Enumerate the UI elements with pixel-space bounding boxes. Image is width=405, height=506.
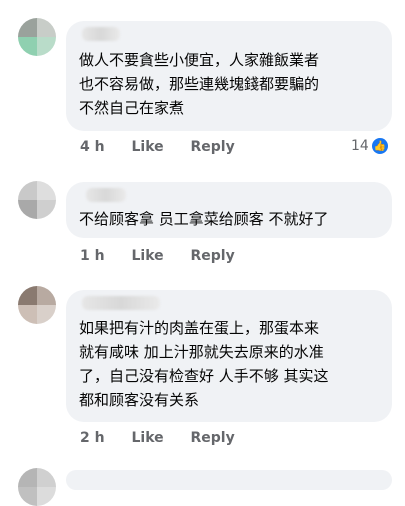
like-button[interactable]: Like [131, 430, 163, 446]
reply-button[interactable]: Reply [191, 139, 235, 155]
author-name-blurred[interactable] [82, 296, 160, 310]
comment-bubble [66, 470, 392, 490]
reply-button[interactable]: Reply [191, 248, 235, 264]
comment-actions: 4 h Like Reply [80, 139, 257, 155]
reaction-number: 14 [351, 138, 369, 154]
reply-button[interactable]: Reply [191, 430, 235, 446]
comment-time[interactable]: 2 h [80, 430, 105, 446]
like-button[interactable]: Like [131, 139, 163, 155]
avatar[interactable] [18, 286, 56, 324]
like-icon: 👍 [371, 138, 388, 154]
avatar[interactable] [18, 468, 56, 506]
avatar[interactable] [18, 181, 56, 219]
comment-text: 不给顾客拿 员工拿菜给顾客 不就好了 [79, 210, 329, 228]
avatar[interactable] [18, 18, 56, 56]
author-name-blurred[interactable] [82, 27, 120, 41]
reaction-count[interactable]: 14 👍 [351, 138, 388, 154]
comment-time[interactable]: 1 h [80, 248, 105, 264]
comment-text: 做人不要貪些小便宜，人家雜飯業者 也不容易做，那些連幾塊錢都要騙的 不然自己在家… [79, 51, 320, 117]
like-button[interactable]: Like [131, 248, 163, 264]
comment-time[interactable]: 4 h [80, 139, 105, 155]
author-name-blurred[interactable] [86, 188, 126, 202]
comment-text: 如果把有汁的肉盖在蛋上，那蛋本来 就有咸味 加上汁那就失去原来的水准 了，自己没… [79, 319, 329, 409]
comment-actions: 2 h Like Reply [80, 430, 257, 446]
comment-actions: 1 h Like Reply [80, 248, 257, 264]
